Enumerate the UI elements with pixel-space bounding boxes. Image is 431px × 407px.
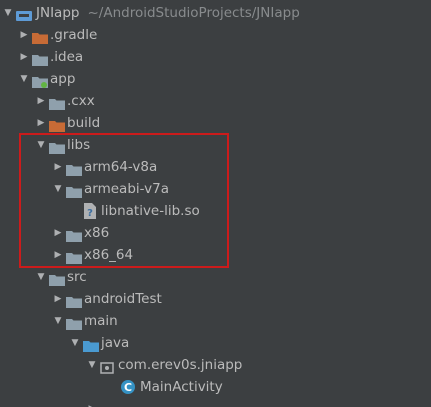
expand-arrow-right-icon[interactable]: ▶ <box>18 46 30 68</box>
expand-arrow-down-icon[interactable]: ▼ <box>52 178 64 200</box>
svg-text:C: C <box>124 381 132 394</box>
folder-icon <box>66 293 82 308</box>
tree-item-mainactivity[interactable]: C MainActivity <box>0 376 431 398</box>
tree-item-label: libnative-lib.so <box>101 203 200 219</box>
tree-item-label: .cxx <box>67 93 95 109</box>
tree-item-label: java <box>101 335 130 351</box>
package-icon <box>100 359 116 374</box>
tree-item-label: MainActivity <box>140 379 223 395</box>
folder-icon <box>66 249 82 264</box>
module-icon <box>16 7 32 21</box>
tree-item-java[interactable]: ▼ java <box>0 332 431 354</box>
tree-item-label: .idea <box>50 49 84 65</box>
expand-arrow-right-icon[interactable]: ▶ <box>52 244 64 266</box>
tree-item-build[interactable]: ▶ build <box>0 112 431 134</box>
tree-item-src[interactable]: ▼ src <box>0 266 431 288</box>
expand-arrow-right-icon[interactable]: ▶ <box>52 288 64 310</box>
tree-item-gradle[interactable]: ▶ .gradle <box>0 24 431 46</box>
expand-arrow-down-icon[interactable]: ▼ <box>52 310 64 332</box>
folder-icon <box>49 271 65 286</box>
folder-icon <box>100 403 116 407</box>
folder-icon <box>49 139 65 154</box>
folder-icon <box>32 51 48 66</box>
tree-item-label: main <box>84 313 118 329</box>
tree-item-label: libs <box>67 137 91 153</box>
tree-item-armeabi-v7a[interactable]: ▼ armeabi-v7a <box>0 178 431 200</box>
source-folder-icon <box>83 337 99 352</box>
class-icon: C <box>120 379 136 394</box>
expand-arrow-right-icon[interactable]: ▶ <box>18 24 30 46</box>
tree-item-label: x86_64 <box>84 247 134 263</box>
tree-item-main[interactable]: ▼ main <box>0 310 431 332</box>
expand-arrow-right-icon[interactable]: ▶ <box>35 112 47 134</box>
tree-item-idea[interactable]: ▶ .idea <box>0 46 431 68</box>
tree-item-label: build <box>67 115 101 131</box>
unknown-file-icon: ? <box>83 203 99 219</box>
svg-text:?: ? <box>87 208 93 219</box>
folder-icon <box>49 95 65 110</box>
tree-item-partial[interactable]: ▶ <box>0 398 431 407</box>
expand-arrow-down-icon[interactable]: ▼ <box>86 354 98 376</box>
tree-item-com-erev0s-jniapp[interactable]: ▼ com.erev0s.jniapp <box>0 354 431 376</box>
expand-arrow-down-icon[interactable]: ▼ <box>35 134 47 156</box>
tree-item-label: arm64-v8a <box>84 159 158 175</box>
tree-item-label: app <box>50 71 76 87</box>
tree-item-x86-64[interactable]: ▶ x86_64 <box>0 244 431 266</box>
tree-item-cxx[interactable]: ▶ .cxx <box>0 90 431 112</box>
expand-arrow-down-icon[interactable]: ▼ <box>35 266 47 288</box>
project-tree: ▼ JNIapp ~/AndroidStudioProjects/JNIapp ▶ .g… <box>0 0 431 407</box>
expand-arrow-right-icon[interactable]: ▶ <box>35 90 47 112</box>
tree-item-x86[interactable]: ▶ x86 <box>0 222 431 244</box>
expand-arrow-down-icon[interactable]: ▼ <box>18 68 30 90</box>
folder-icon <box>66 161 82 176</box>
project-path: ~/AndroidStudioProjects/JNIapp <box>87 5 300 21</box>
expand-arrow-right-icon[interactable]: ▶ <box>86 398 98 407</box>
excluded-folder-icon <box>49 117 65 132</box>
tree-item-label: androidTest <box>84 291 162 307</box>
folder-icon <box>66 315 82 330</box>
tree-item-libnative-lib-so[interactable]: ? libnative-lib.so <box>0 200 431 222</box>
excluded-folder-icon <box>32 29 48 44</box>
tree-item-label: x86 <box>84 225 110 241</box>
tree-item-label: JNIapp ~/AndroidStudioProjects/JNIapp <box>36 5 300 21</box>
folder-icon <box>66 183 82 198</box>
tree-item-label: armeabi-v7a <box>84 181 169 197</box>
tree-item-androidtest[interactable]: ▶ androidTest <box>0 288 431 310</box>
expand-arrow-right-icon[interactable]: ▶ <box>52 156 64 178</box>
module-folder-icon <box>32 73 48 88</box>
tree-item-libs[interactable]: ▼ libs <box>0 134 431 156</box>
tree-item-jniapp[interactable]: ▼ JNIapp ~/AndroidStudioProjects/JNIapp <box>0 2 431 24</box>
tree-item-label: .gradle <box>50 27 98 43</box>
folder-icon <box>66 227 82 242</box>
expand-arrow-down-icon[interactable]: ▼ <box>2 2 14 24</box>
tree-item-arm64-v8a[interactable]: ▶ arm64-v8a <box>0 156 431 178</box>
expand-arrow-down-icon[interactable]: ▼ <box>69 332 81 354</box>
tree-item-label: com.erev0s.jniapp <box>118 357 243 373</box>
tree-item-label: src <box>67 269 87 285</box>
expand-arrow-right-icon[interactable]: ▶ <box>52 222 64 244</box>
tree-item-app[interactable]: ▼ app <box>0 68 431 90</box>
